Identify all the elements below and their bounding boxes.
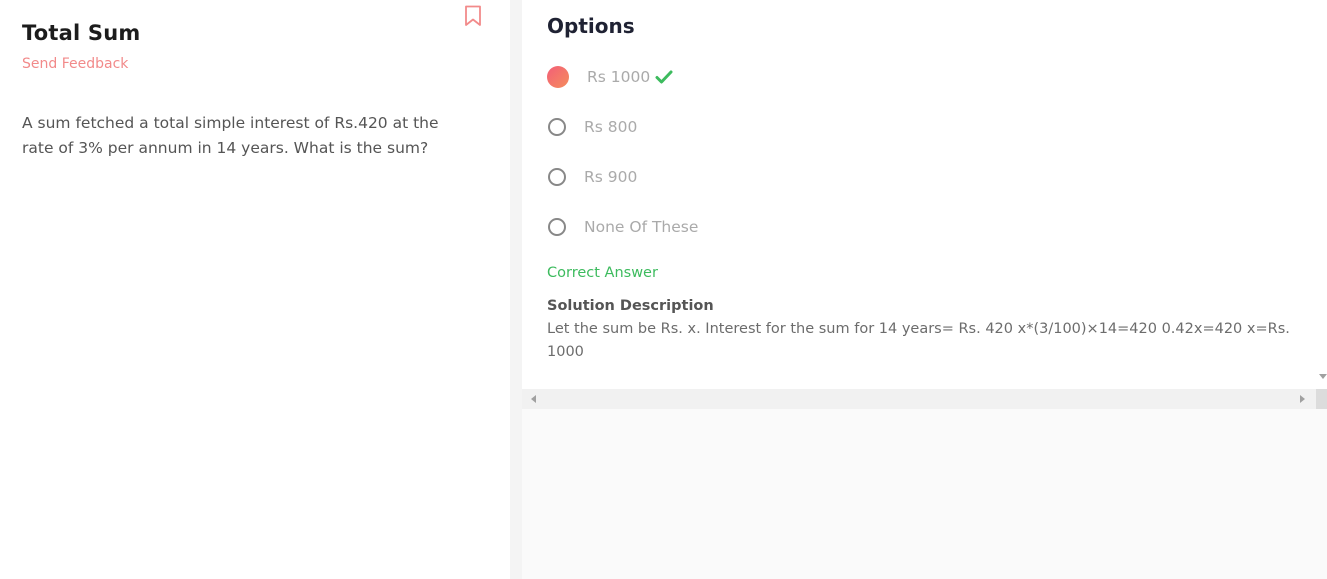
bookmark-icon[interactable] [464, 5, 482, 27]
radio-button[interactable] [548, 218, 566, 236]
question-panel: Total Sum Send Feedback A sum fetched a … [0, 0, 510, 579]
radio-selected[interactable] [547, 66, 569, 88]
scroll-right-arrow-icon[interactable] [1300, 395, 1305, 403]
options-title: Options [547, 14, 635, 38]
question-title: Total Sum [22, 21, 141, 45]
scroll-left-arrow-icon[interactable] [531, 395, 536, 403]
horizontal-scrollbar[interactable] [522, 389, 1316, 409]
scrollbar-corner [1316, 389, 1327, 409]
question-text: A sum fetched a total simple interest of… [22, 114, 439, 157]
option-3[interactable]: Rs 900 [548, 165, 637, 189]
result-label: Correct Answer [547, 265, 658, 281]
send-feedback-link[interactable]: Send Feedback [22, 56, 128, 72]
check-icon [655, 70, 673, 84]
option-1[interactable]: Rs 1000 [547, 65, 673, 89]
options-panel: Options Rs 1000 Rs 800 Rs 900 None Of Th… [522, 0, 1316, 389]
panel-divider [510, 0, 522, 579]
vertical-scrollbar[interactable] [1316, 0, 1327, 389]
solution-title: Solution Description [547, 298, 714, 314]
option-4[interactable]: None Of These [548, 215, 698, 239]
option-label: Rs 900 [584, 168, 638, 186]
scroll-down-arrow-icon[interactable] [1319, 374, 1327, 379]
option-label: None Of These [584, 218, 699, 236]
option-label: Rs 1000 [587, 68, 651, 86]
solution-text: Let the sum be Rs. x. Interest for the s… [547, 321, 1290, 360]
option-2[interactable]: Rs 800 [548, 115, 637, 139]
option-label: Rs 800 [584, 118, 638, 136]
radio-button[interactable] [548, 168, 566, 186]
radio-button[interactable] [548, 118, 566, 136]
